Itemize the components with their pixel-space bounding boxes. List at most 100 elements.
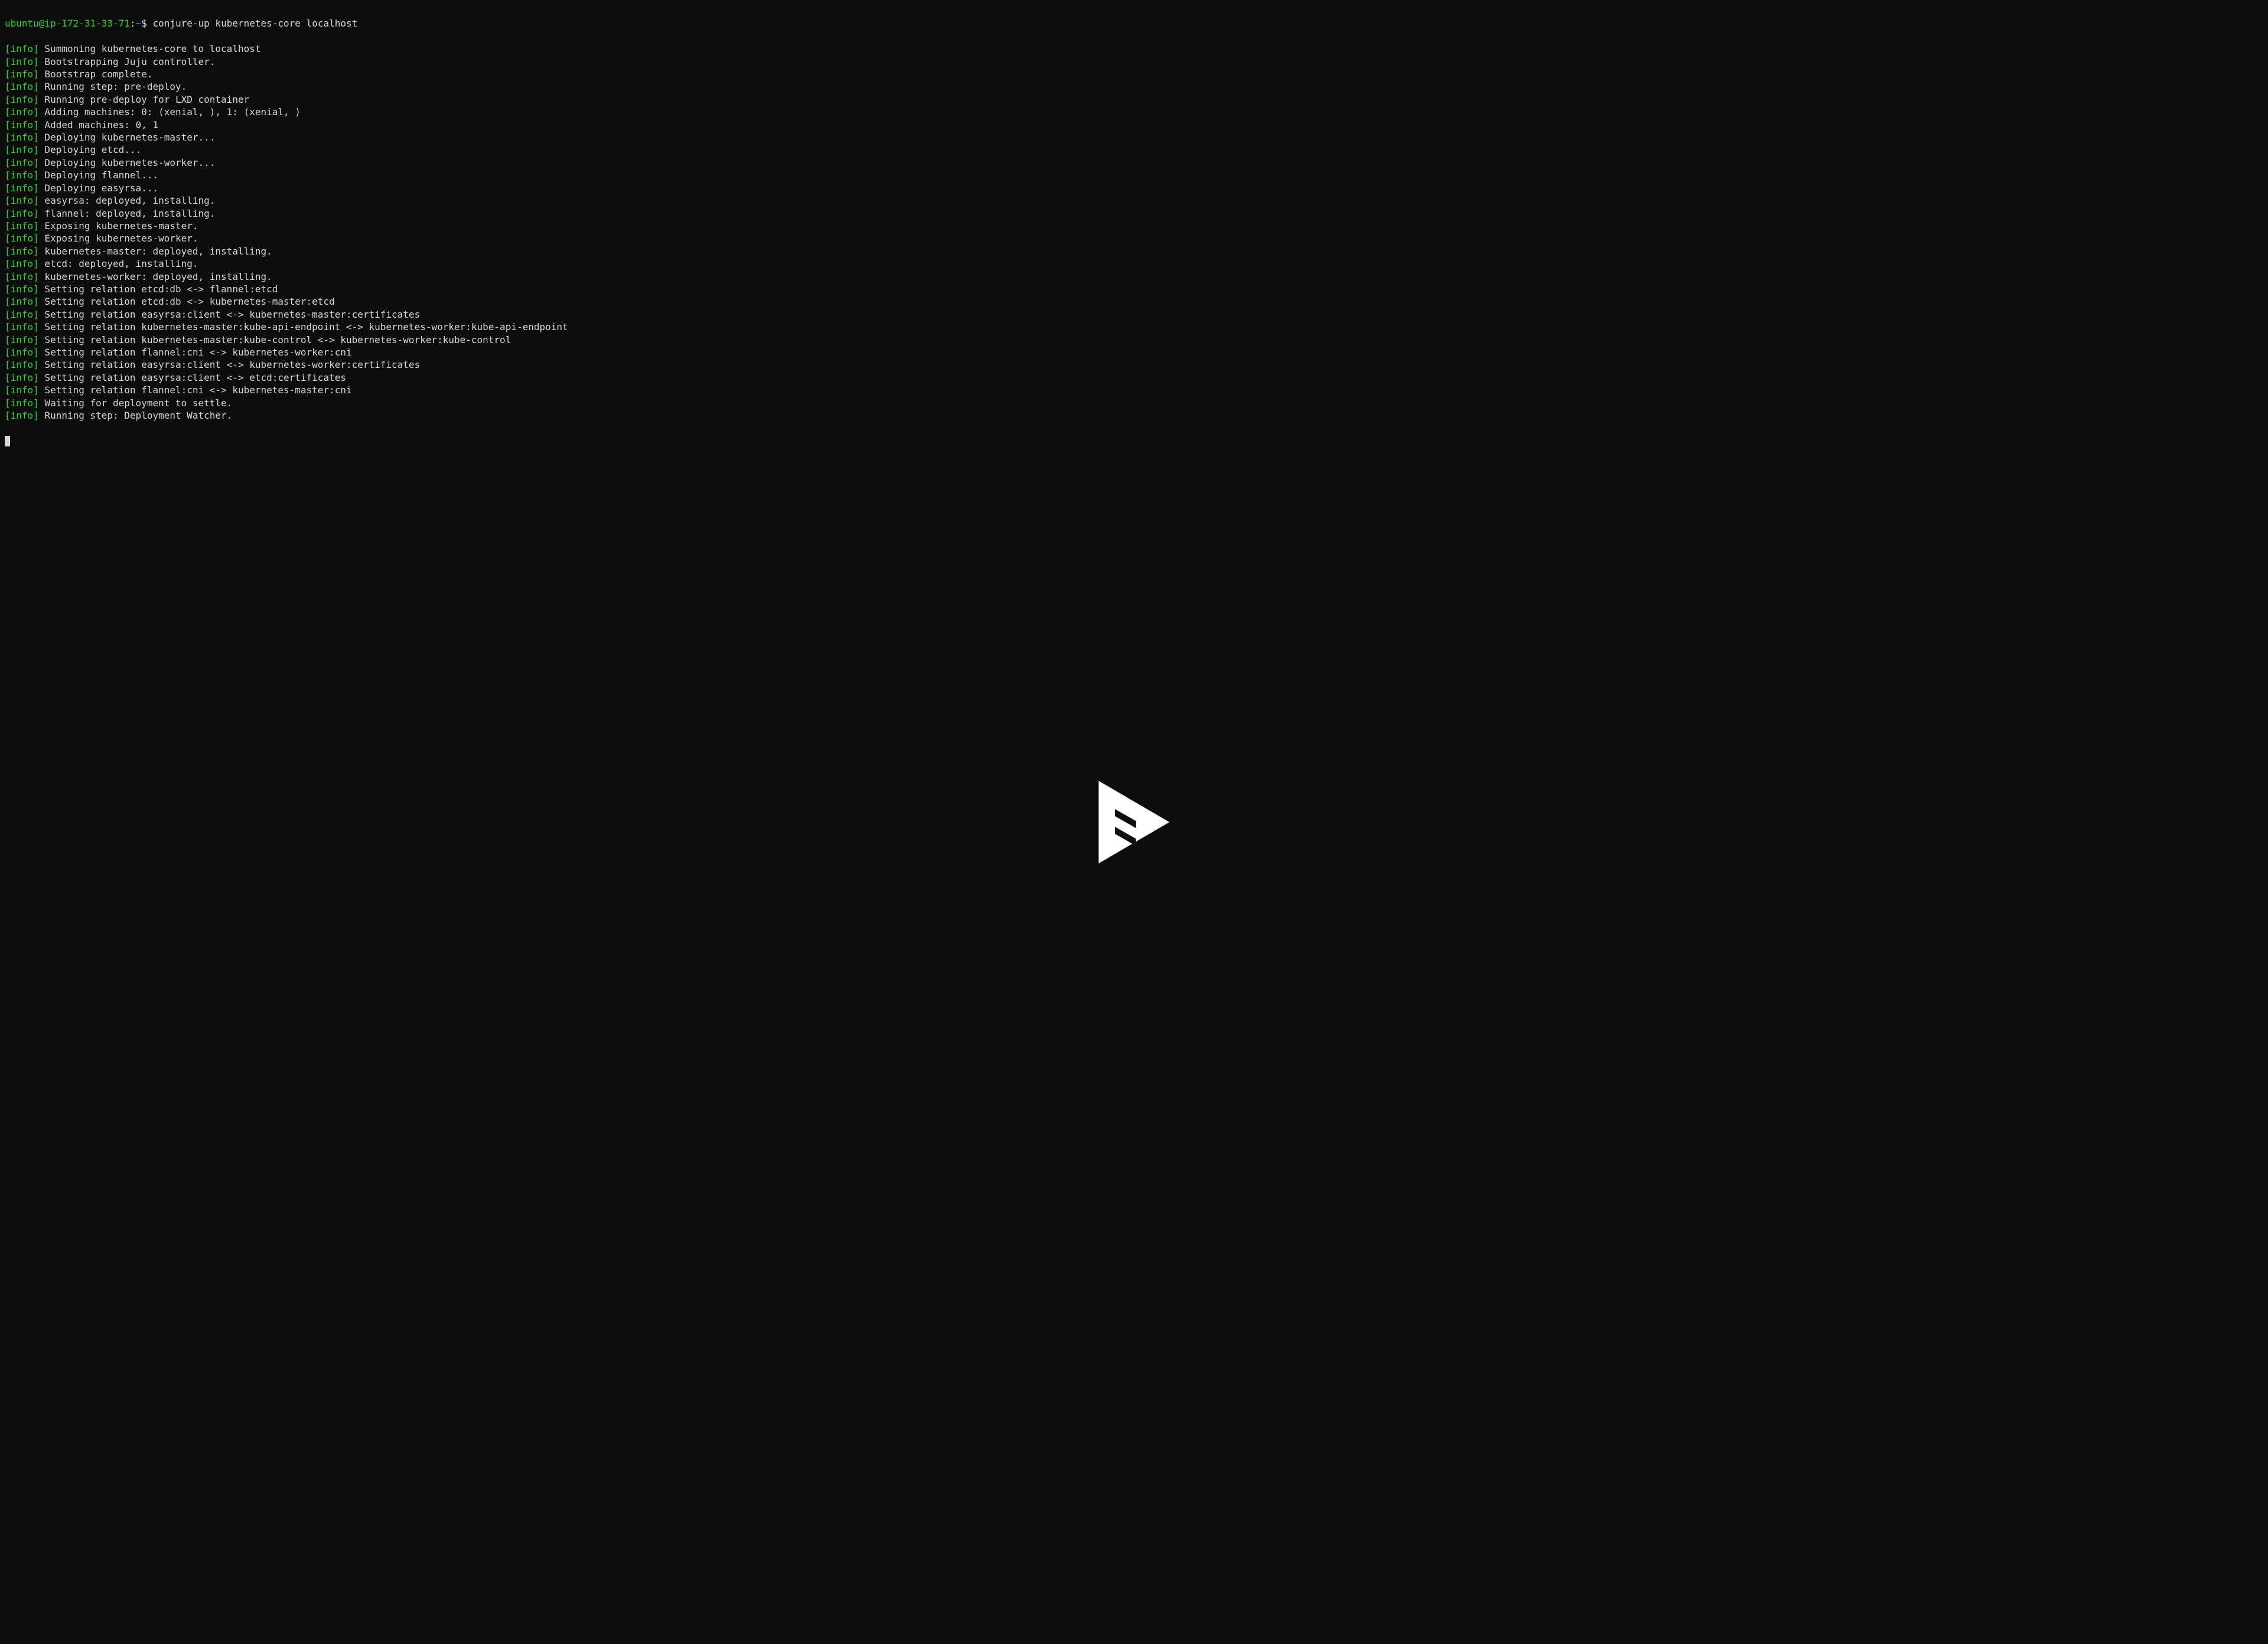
log-message: Adding machines: 0: (xenial, ), 1: (xeni…	[39, 106, 301, 118]
log-line: [info] Running step: pre-deploy.	[5, 80, 2263, 93]
log-tag: [info]	[5, 220, 39, 231]
log-tag: [info]	[5, 283, 39, 295]
log-tag: [info]	[5, 68, 39, 80]
log-message: Running pre-deploy for LXD container	[39, 94, 249, 105]
log-tag: [info]	[5, 334, 39, 345]
log-line: [info] Bootstrap complete.	[5, 68, 2263, 80]
log-message: Deploying easyrsa...	[39, 182, 158, 194]
log-line: [info] etcd: deployed, installing.	[5, 257, 2263, 270]
log-tag: [info]	[5, 81, 39, 92]
log-message: Setting relation easyrsa:client <-> kube…	[39, 359, 420, 370]
log-tag: [info]	[5, 397, 39, 409]
log-message: Deploying kubernetes-master...	[39, 132, 216, 143]
log-message: Bootstrapping Juju controller.	[39, 56, 216, 67]
log-line: [info] Setting relation easyrsa:client <…	[5, 308, 2263, 321]
log-line: [info] Deploying easyrsa...	[5, 182, 2263, 194]
log-line: [info] Running step: Deployment Watcher.	[5, 409, 2263, 422]
log-tag: [info]	[5, 144, 39, 155]
log-message: Setting relation easyrsa:client <-> etcd…	[39, 372, 346, 383]
terminal-output[interactable]: ubuntu@ip-172-31-33-71:~$ conjure-up kub…	[0, 0, 2268, 1644]
log-tag: [info]	[5, 372, 39, 383]
log-tag: [info]	[5, 410, 39, 421]
log-tag: [info]	[5, 359, 39, 370]
prompt-cwd: ~	[136, 18, 142, 29]
log-line: [info] Setting relation flannel:cni <-> …	[5, 384, 2263, 396]
log-tag: [info]	[5, 233, 39, 244]
log-tag: [info]	[5, 271, 39, 282]
log-tag: [info]	[5, 195, 39, 206]
cursor-line	[5, 435, 2263, 447]
log-tag: [info]	[5, 56, 39, 67]
log-line: [info] Running pre-deploy for LXD contai…	[5, 93, 2263, 106]
log-tag: [info]	[5, 246, 39, 257]
log-message: Running step: pre-deploy.	[39, 81, 187, 92]
log-message: Setting relation easyrsa:client <-> kube…	[39, 309, 420, 320]
log-message: Waiting for deployment to settle.	[39, 397, 233, 409]
log-line: [info] Setting relation easyrsa:client <…	[5, 371, 2263, 384]
log-line: [info] Setting relation easyrsa:client <…	[5, 358, 2263, 371]
log-message: Deploying flannel...	[39, 169, 158, 181]
log-tag: [info]	[5, 94, 39, 105]
log-line: [info] Setting relation kubernetes-maste…	[5, 321, 2263, 333]
prompt-colon: :	[130, 18, 136, 29]
log-message: Added machines: 0, 1	[39, 119, 158, 131]
log-tag: [info]	[5, 258, 39, 269]
log-message: kubernetes-worker: deployed, installing.	[39, 271, 272, 282]
log-line: [info] Deploying kubernetes-worker...	[5, 156, 2263, 169]
log-line: [info] easyrsa: deployed, installing.	[5, 194, 2263, 207]
log-message: Deploying etcd...	[39, 144, 141, 155]
log-message: Running step: Deployment Watcher.	[39, 410, 233, 421]
log-message: easyrsa: deployed, installing.	[39, 195, 216, 206]
log-message: Summoning kubernetes-core to localhost	[39, 43, 261, 54]
prompt-dollar: $	[141, 18, 152, 29]
log-tag: [info]	[5, 182, 39, 194]
log-line: [info] Setting relation etcd:db <-> flan…	[5, 283, 2263, 295]
prompt-user-host: ubuntu@ip-172-31-33-71	[5, 18, 130, 29]
log-line: [info] Exposing kubernetes-master.	[5, 220, 2263, 232]
cursor	[5, 436, 10, 446]
log-tag: [info]	[5, 296, 39, 307]
log-line: [info] Adding machines: 0: (xenial, ), 1…	[5, 106, 2263, 118]
log-message: Setting relation kubernetes-master:kube-…	[39, 321, 568, 332]
play-icon	[1099, 781, 1169, 863]
log-message: Setting relation etcd:db <-> flannel:etc…	[39, 283, 278, 295]
log-message: Setting relation flannel:cni <-> kuberne…	[39, 347, 352, 358]
log-line: [info] Setting relation etcd:db <-> kube…	[5, 295, 2263, 308]
log-line: [info] Setting relation kubernetes-maste…	[5, 334, 2263, 346]
log-line: [info] Bootstrapping Juju controller.	[5, 56, 2263, 68]
log-tag: [info]	[5, 309, 39, 320]
log-line: [info] Added machines: 0, 1	[5, 119, 2263, 131]
log-line: [info] Deploying etcd...	[5, 143, 2263, 156]
log-tag: [info]	[5, 43, 39, 54]
prompt-line: ubuntu@ip-172-31-33-71:~$ conjure-up kub…	[5, 17, 2263, 30]
log-tag: [info]	[5, 119, 39, 131]
log-message: Deploying kubernetes-worker...	[39, 157, 216, 168]
log-message: Exposing kubernetes-worker.	[39, 233, 198, 244]
log-message: Bootstrap complete.	[39, 68, 153, 80]
log-tag: [info]	[5, 132, 39, 143]
log-line: [info] kubernetes-worker: deployed, inst…	[5, 270, 2263, 283]
log-line: [info] Setting relation flannel:cni <-> …	[5, 346, 2263, 358]
log-tag: [info]	[5, 169, 39, 181]
log-tag: [info]	[5, 106, 39, 118]
log-message: Exposing kubernetes-master.	[39, 220, 198, 231]
log-message: flannel: deployed, installing.	[39, 208, 216, 219]
log-tag: [info]	[5, 208, 39, 219]
log-line: [info] Waiting for deployment to settle.	[5, 397, 2263, 409]
log-message: kubernetes-master: deployed, installing.	[39, 246, 272, 257]
command-text: conjure-up kubernetes-core localhost	[152, 18, 357, 29]
log-tag: [info]	[5, 347, 39, 358]
log-message: Setting relation etcd:db <-> kubernetes-…	[39, 296, 335, 307]
log-tag: [info]	[5, 321, 39, 332]
log-tag: [info]	[5, 157, 39, 168]
log-line: [info] flannel: deployed, installing.	[5, 207, 2263, 220]
log-message: etcd: deployed, installing.	[39, 258, 198, 269]
log-lines: [info] Summoning kubernetes-core to loca…	[5, 43, 2263, 422]
log-line: [info] Exposing kubernetes-worker.	[5, 232, 2263, 244]
play-button[interactable]	[1099, 755, 1169, 889]
log-tag: [info]	[5, 384, 39, 396]
log-line: [info] Deploying flannel...	[5, 169, 2263, 181]
log-line: [info] kubernetes-master: deployed, inst…	[5, 245, 2263, 257]
log-message: Setting relation kubernetes-master:kube-…	[39, 334, 511, 345]
log-message: Setting relation flannel:cni <-> kuberne…	[39, 384, 352, 396]
